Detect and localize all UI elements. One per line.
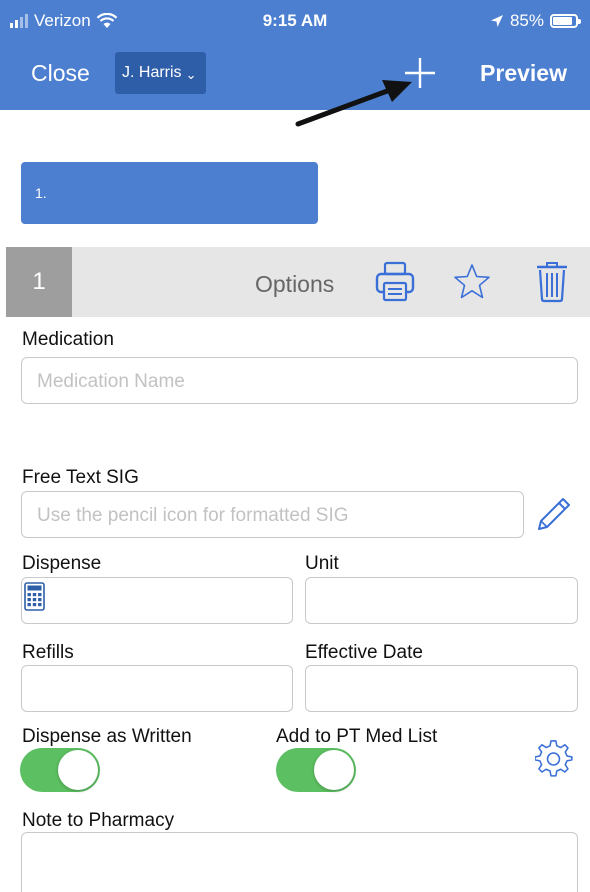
status-bar: Verizon 9:15 AM 85% <box>0 0 590 40</box>
sig-label: Free Text SIG <box>22 467 139 488</box>
trash-icon[interactable] <box>532 261 572 303</box>
gear-icon[interactable] <box>535 740 573 778</box>
battery-percent: 85% <box>509 11 544 30</box>
calculator-icon[interactable] <box>24 582 45 611</box>
options-bar: 1 Options <box>6 247 590 317</box>
chevron-down-icon: ⌄ <box>185 67 197 82</box>
medication-placeholder: Medication Name <box>37 371 185 392</box>
battery-icon <box>550 14 581 28</box>
refills-label: Refills <box>22 642 74 663</box>
status-right: 85% <box>490 11 581 31</box>
dispense-label: Dispense <box>22 553 102 574</box>
provider-label: J. Harris <box>122 64 182 81</box>
medication-label: Medication <box>22 329 114 350</box>
prescription-tab[interactable]: 1. <box>21 162 318 224</box>
sig-input[interactable]: Use the pencil icon for formatted SIG <box>21 491 524 538</box>
sig-placeholder: Use the pencil icon for formatted SIG <box>37 505 349 526</box>
prescription-number: 1 <box>6 247 72 317</box>
dispense-input[interactable] <box>21 577 293 624</box>
effective-date-label: Effective Date <box>305 642 423 663</box>
preview-button[interactable]: Preview <box>480 60 567 87</box>
effective-date-input[interactable] <box>305 665 578 712</box>
star-icon[interactable] <box>452 261 492 303</box>
arrow-annotation <box>295 80 412 127</box>
dispense-as-written-toggle[interactable] <box>20 748 100 792</box>
toggle-knob <box>58 750 98 790</box>
prescription-tab-label: 1. <box>35 185 47 201</box>
pencil-icon[interactable] <box>531 493 575 537</box>
add-to-med-list-toggle[interactable] <box>276 748 356 792</box>
location-icon <box>490 15 503 27</box>
medication-input[interactable]: Medication Name <box>21 357 578 404</box>
printer-icon[interactable] <box>375 261 415 303</box>
options-button[interactable]: Options <box>255 271 334 298</box>
note-label: Note to Pharmacy <box>22 810 175 831</box>
note-input[interactable] <box>21 832 578 892</box>
unit-label: Unit <box>305 553 339 574</box>
add-to-med-list-label: Add to PT Med List <box>276 726 438 747</box>
provider-select[interactable]: J. Harris ⌄ <box>115 52 206 94</box>
dispense-as-written-label: Dispense as Written <box>22 726 192 747</box>
unit-input[interactable] <box>305 577 578 624</box>
toggle-knob <box>314 750 354 790</box>
close-button[interactable]: Close <box>31 60 90 87</box>
refills-input[interactable] <box>21 665 293 712</box>
